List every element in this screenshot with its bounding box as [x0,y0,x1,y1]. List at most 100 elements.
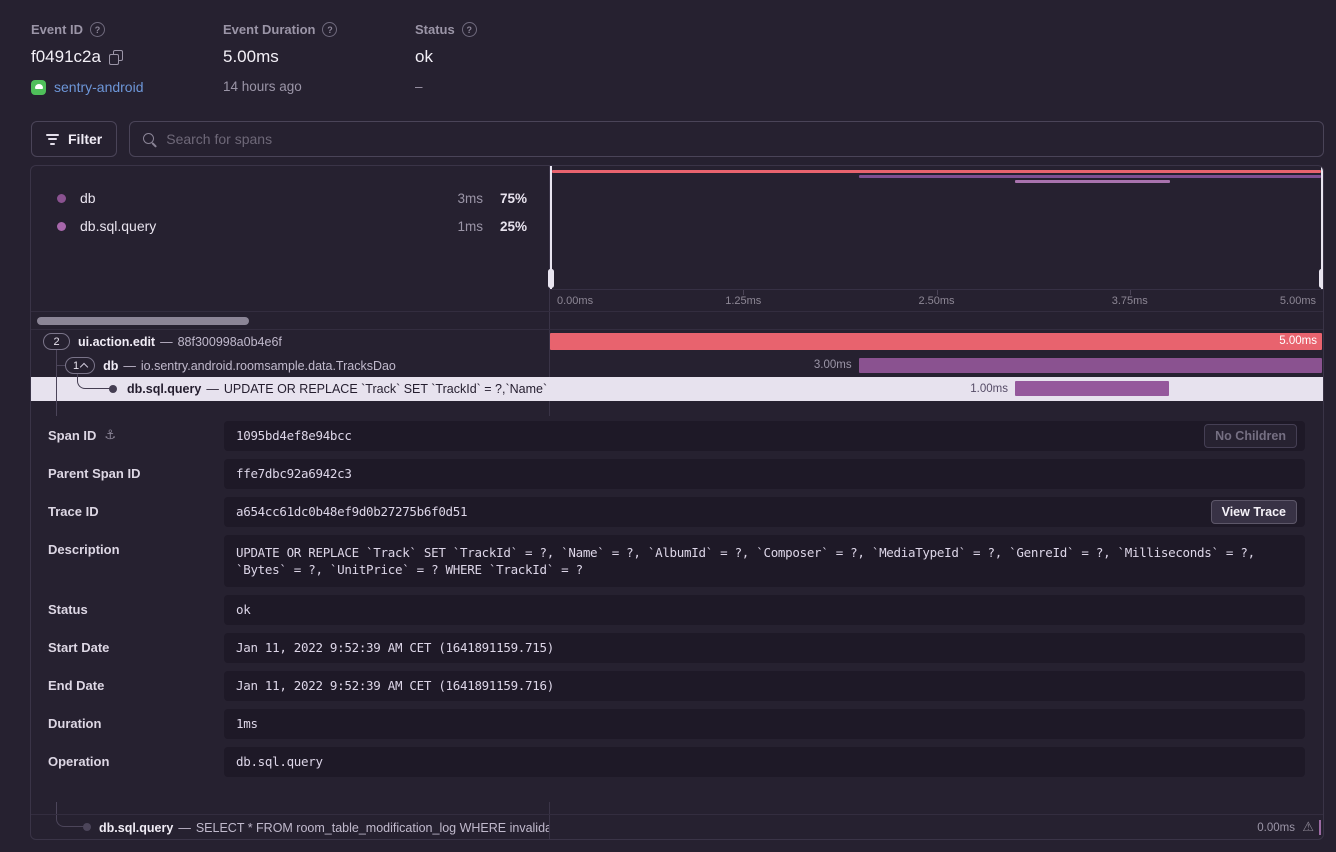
detail-row-span-id: Span ID ⚓ 1095bd4ef8e94bcc No Children [31,421,1323,459]
filter-button-label: Filter [68,131,102,147]
field-label-text: Span ID [48,421,96,451]
op-duration: 3ms [437,191,483,206]
minimap-span-db [859,175,1321,178]
detail-row-status: Status ok [31,595,1323,633]
view-trace-button[interactable]: View Trace [1211,500,1297,524]
detail-row-trace-id: Trace ID a654cc61dc0b48ef9d0b27275b6f0d5… [31,497,1323,535]
separator: — [123,359,136,373]
waterfall-cell: 0.00ms ⚠ [549,815,1323,840]
badge-count: 1 [73,360,79,372]
event-id-value: f0491c2a [31,47,101,67]
viewport-handle-left[interactable] [550,166,552,289]
status-value: ok [415,47,433,67]
operation-value: db.sql.query [224,747,1305,777]
start-date-value: Jan 11, 2022 9:52:39 AM CET (1641891159.… [224,633,1305,663]
detail-row-operation: Operation db.sql.query [31,747,1323,785]
help-icon[interactable]: ? [90,22,105,37]
time-axis: 0.00ms 1.25ms 2.50ms 3.75ms 5.00ms [550,289,1323,311]
span-detail-section: Span ID ⚓ 1095bd4ef8e94bcc No Children P… [31,416,1323,802]
minimap-span-db-sql-query [1015,180,1170,183]
span-description: UPDATE OR REPLACE `Track` SET `TrackId` … [224,382,549,396]
detail-row-duration: Duration 1ms [31,709,1323,747]
duration-value: 1ms [224,709,1305,739]
trace-minimap[interactable]: 0.00ms 1.25ms 2.50ms 3.75ms 5.00ms [550,166,1323,311]
android-icon [31,80,46,95]
span-id-value: 1095bd4ef8e94bcc [224,421,1305,451]
status-field-value: ok [224,595,1305,625]
span-op: ui.action.edit [78,335,155,349]
span-op: db.sql.query [127,382,201,396]
event-duration-label: Event Duration [223,22,315,37]
span-description: 88f300998a0b4e6f [178,335,282,349]
axis-label: 2.50ms [918,295,954,307]
copy-icon[interactable] [109,50,123,65]
span-detail-page: Event ID ? f0491c2a sentry-android Event… [0,0,1336,852]
waterfall-cell: 3.00ms [549,354,1323,377]
legend-item-db: db 3ms 75% [57,184,527,212]
event-id-label: Event ID [31,22,83,37]
end-date-value: Jan 11, 2022 9:52:39 AM CET (1641891159.… [224,671,1305,701]
span-duration-label: 0.00ms [1257,815,1295,840]
field-label: Start Date [48,633,224,663]
event-id-column: Event ID ? f0491c2a sentry-android [31,22,223,95]
tree-row-db-sql-query-selected[interactable]: db.sql.query — UPDATE OR REPLACE `Track`… [31,377,1323,401]
no-children-button[interactable]: No Children [1204,424,1297,448]
search-bar[interactable] [129,121,1324,157]
status-column: Status ? ok – [415,22,607,95]
anchor-icon[interactable]: ⚓ [104,421,116,451]
field-label: End Date [48,671,224,701]
description-value: UPDATE OR REPLACE `Track` SET `TrackId` … [224,535,1305,587]
children-count-badge[interactable]: 2 [43,333,70,350]
op-name: db.sql.query [80,218,437,234]
axis-label: 3.75ms [1112,295,1148,307]
detail-row-end-date: End Date Jan 11, 2022 9:52:39 AM CET (16… [31,671,1323,709]
span-op: db [103,359,118,373]
status-sub: – [415,79,607,94]
event-age: 14 hours ago [223,79,415,94]
help-icon[interactable]: ? [322,22,337,37]
tree-row-db-sql-query-select[interactable]: db.sql.query — SELECT * FROM room_table_… [31,814,1323,840]
span-bar[interactable]: 5.00ms [550,333,1322,350]
op-name: db [80,190,437,206]
waterfall-cell: 5.00ms [549,330,1323,353]
filter-icon [46,134,59,145]
op-percent: 75% [483,191,527,206]
project-link[interactable]: sentry-android [54,79,144,95]
event-meta-header: Event ID ? f0491c2a sentry-android Event… [31,22,607,95]
field-label: Trace ID [48,497,224,527]
field-label: Parent Span ID [48,459,224,489]
legend-item-db-sql-query: db.sql.query 1ms 25% [57,212,527,240]
field-label: Duration [48,709,224,739]
tree-row-db[interactable]: 1 db — io.sentry.android.roomsample.data… [31,354,1323,377]
children-count-badge[interactable]: 1 [65,357,95,374]
separator: — [178,821,191,835]
scrollbar-thumb[interactable] [37,317,249,325]
op-color-dot [57,194,66,203]
span-description: io.sentry.android.roomsample.data.Tracks… [141,359,396,373]
viewport-handle-right[interactable] [1321,166,1323,289]
axis-label: 5.00ms [1280,295,1316,307]
minimap-chart[interactable] [550,166,1323,289]
span-bar[interactable] [859,358,1322,373]
tree-row-title: 1 db — io.sentry.android.roomsample.data… [31,354,549,377]
separator: — [160,335,173,349]
separator: — [206,382,219,396]
span-description: SELECT * FROM room_table_modification_lo… [196,821,549,835]
span-bar[interactable] [1015,381,1169,396]
filter-button[interactable]: Filter [31,121,117,157]
tree-scrollbar-track[interactable] [31,311,1323,330]
ops-breakdown: db 3ms 75% db.sql.query 1ms 25% [31,166,549,289]
event-duration-column: Event Duration ? 5.00ms 14 hours ago [223,22,415,95]
op-color-dot [57,222,66,231]
field-label: Span ID ⚓ [48,421,224,451]
search-input[interactable] [166,131,1311,147]
spans-toolbar: Filter [31,121,1324,157]
help-icon[interactable]: ? [462,22,477,37]
tree-row-ui-action-edit[interactable]: 2 ui.action.edit — 88f300998a0b4e6f 5.00… [31,330,1323,353]
detail-row-description: Description UPDATE OR REPLACE `Track` SE… [31,535,1323,595]
zero-duration-bar[interactable] [1319,820,1322,835]
trace-panel: db 3ms 75% db.sql.query 1ms 25% [30,165,1324,840]
detail-row-parent-span-id: Parent Span ID ffe7dbc92a6942c3 [31,459,1323,497]
search-icon [142,132,157,147]
field-label: Operation [48,747,224,777]
